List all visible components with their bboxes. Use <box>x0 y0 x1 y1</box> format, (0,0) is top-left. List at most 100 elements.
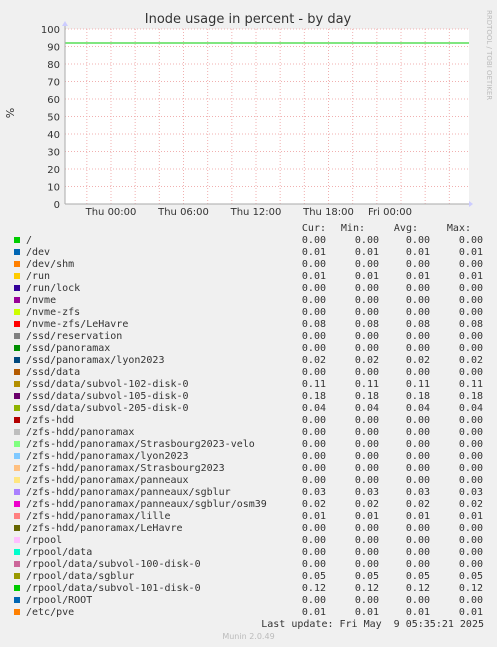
value-max: 0.00 <box>458 595 483 606</box>
value-max: 0.00 <box>458 415 483 426</box>
value-avg: 0.00 <box>405 451 430 462</box>
legend-label: /ssd/data/subvol-205-disk-0 <box>26 403 189 414</box>
value-avg: 0.00 <box>405 547 430 558</box>
value-max: 0.00 <box>458 235 483 246</box>
legend-row: /run/lock 0.00 0.00 0.00 0.00 <box>0 283 497 295</box>
value-max: 0.00 <box>458 523 483 534</box>
value-avg: 0.00 <box>405 283 430 294</box>
legend-swatch <box>14 381 20 387</box>
legend-label: /zfs-hdd/panoramax/lyon2023 <box>26 451 189 462</box>
legend-header: Cur: Min: Avg: Max: <box>0 223 497 235</box>
legend-label: /ssd/panoramax <box>26 343 111 354</box>
legend-label: /dev/shm <box>26 259 75 270</box>
value-cur: 0.00 <box>301 415 326 426</box>
legend-swatch <box>14 489 20 495</box>
legend-swatch <box>14 309 20 315</box>
value-min: 0.00 <box>354 295 379 306</box>
value-avg: 0.04 <box>405 403 430 414</box>
value-avg: 0.00 <box>405 331 430 342</box>
legend-row: /rpool/data 0.00 0.00 0.00 0.00 <box>0 547 497 559</box>
value-cur: 0.00 <box>301 259 326 270</box>
legend-label: /zfs-hdd/panoramax/panneaux <box>26 475 189 486</box>
legend-row: /dev 0.01 0.01 0.01 0.01 <box>0 247 497 259</box>
legend-swatch <box>14 441 20 447</box>
legend-row: /zfs-hdd/panoramax/panneaux 0.00 0.00 0.00 0… <box>0 475 497 487</box>
value-min: 0.00 <box>354 343 379 354</box>
legend-row: /ssd/data/subvol-102-disk-0 0.11 0.11 0.11 0… <box>0 379 497 391</box>
value-avg: 0.00 <box>405 475 430 486</box>
legend-row: /etc/pve 0.01 0.01 0.01 0.01 <box>0 607 497 619</box>
legend-label: /ssd/data/subvol-105-disk-0 <box>26 391 189 402</box>
x-tick-labels: Thu 00:00 Thu 06:00 Thu 12:00 Thu 18:00 Fri … <box>85 207 412 218</box>
legend-row: /rpool/data/sgblur 0.05 0.05 0.05 0.05 <box>0 571 497 583</box>
value-cur: 0.01 <box>301 271 326 282</box>
last-update: Last update: Fri May 9 05:35:21 2025 <box>261 619 484 630</box>
value-min: 0.00 <box>354 331 379 342</box>
legend-swatch <box>14 513 20 519</box>
legend-row: /rpool 0.00 0.00 0.00 0.00 <box>0 535 497 547</box>
value-min: 0.12 <box>354 583 379 594</box>
y-tick-label: 10 <box>47 183 60 194</box>
value-cur: 0.02 <box>301 499 326 510</box>
y-tick-label: 70 <box>47 78 60 89</box>
value-avg: 0.01 <box>405 511 430 522</box>
legend-row: /dev/shm 0.00 0.00 0.00 0.00 <box>0 259 497 271</box>
legend-swatch <box>14 393 20 399</box>
value-min: 0.18 <box>354 391 379 402</box>
value-avg: 0.00 <box>405 367 430 378</box>
value-min: 0.01 <box>354 511 379 522</box>
legend-label: /rpool/data <box>26 547 93 558</box>
legend-row: / 0.00 0.00 0.00 0.00 <box>0 235 497 247</box>
value-cur: 0.00 <box>301 283 326 294</box>
legend-label: /zfs-hdd/panoramax/Strasbourg2023-velo <box>26 439 255 450</box>
legend-label: /dev <box>26 247 51 258</box>
value-max: 0.00 <box>458 475 483 486</box>
legend-swatch <box>14 537 20 543</box>
value-cur: 0.03 <box>301 487 326 498</box>
legend-label: /rpool/ROOT <box>26 595 93 606</box>
value-avg: 0.00 <box>405 559 430 570</box>
value-min: 0.11 <box>354 379 379 390</box>
legend-label: /rpool/data/subvol-100-disk-0 <box>26 559 201 570</box>
legend-row: /zfs-hdd/panoramax/lille 0.01 0.01 0.01 0.01 <box>0 511 497 523</box>
value-avg: 0.00 <box>405 307 430 318</box>
value-cur: 0.01 <box>301 607 326 618</box>
value-cur: 0.00 <box>301 547 326 558</box>
legend-swatch <box>14 237 20 243</box>
value-min: 0.02 <box>354 499 379 510</box>
value-avg: 0.00 <box>405 259 430 270</box>
value-avg: 0.11 <box>405 379 430 390</box>
value-min: 0.00 <box>354 307 379 318</box>
chart-title: Inode usage in percent - by day <box>145 12 352 27</box>
legend-row: /zfs-hdd/panoramax/Strasbourg2023 0.00 0.0… <box>0 463 497 475</box>
legend-swatch <box>14 321 20 327</box>
value-avg: 0.12 <box>405 583 430 594</box>
value-cur: 0.02 <box>301 355 326 366</box>
legend-swatch <box>14 525 20 531</box>
value-avg: 0.00 <box>405 343 430 354</box>
legend-swatch <box>14 453 20 459</box>
legend-label: /ssd/reservation <box>26 331 123 342</box>
y-tick-label: 30 <box>47 148 60 159</box>
y-tick-label: 0 <box>54 200 60 211</box>
value-max: 0.11 <box>458 379 483 390</box>
header-max: Max: <box>446 223 471 234</box>
value-max: 0.04 <box>458 403 483 414</box>
value-min: 0.00 <box>354 463 379 474</box>
value-max: 0.00 <box>458 535 483 546</box>
legend-row: /ssd/data 0.00 0.00 0.00 0.00 <box>0 367 497 379</box>
legend-swatch <box>14 501 20 507</box>
value-cur: 0.12 <box>301 583 326 594</box>
value-max: 0.00 <box>458 547 483 558</box>
value-cur: 0.00 <box>301 235 326 246</box>
legend-swatch <box>14 261 20 267</box>
value-cur: 0.00 <box>301 475 326 486</box>
value-cur: 0.01 <box>301 247 326 258</box>
value-max: 0.01 <box>458 247 483 258</box>
legend-swatch <box>14 333 20 339</box>
legend-swatch <box>14 597 20 603</box>
legend-label: /zfs-hdd/panoramax <box>26 427 135 438</box>
legend-swatch <box>14 297 20 303</box>
y-tick-labels: 0 10 20 30 40 50 60 70 80 90 100 <box>41 25 60 211</box>
value-cur: 0.00 <box>301 595 326 606</box>
